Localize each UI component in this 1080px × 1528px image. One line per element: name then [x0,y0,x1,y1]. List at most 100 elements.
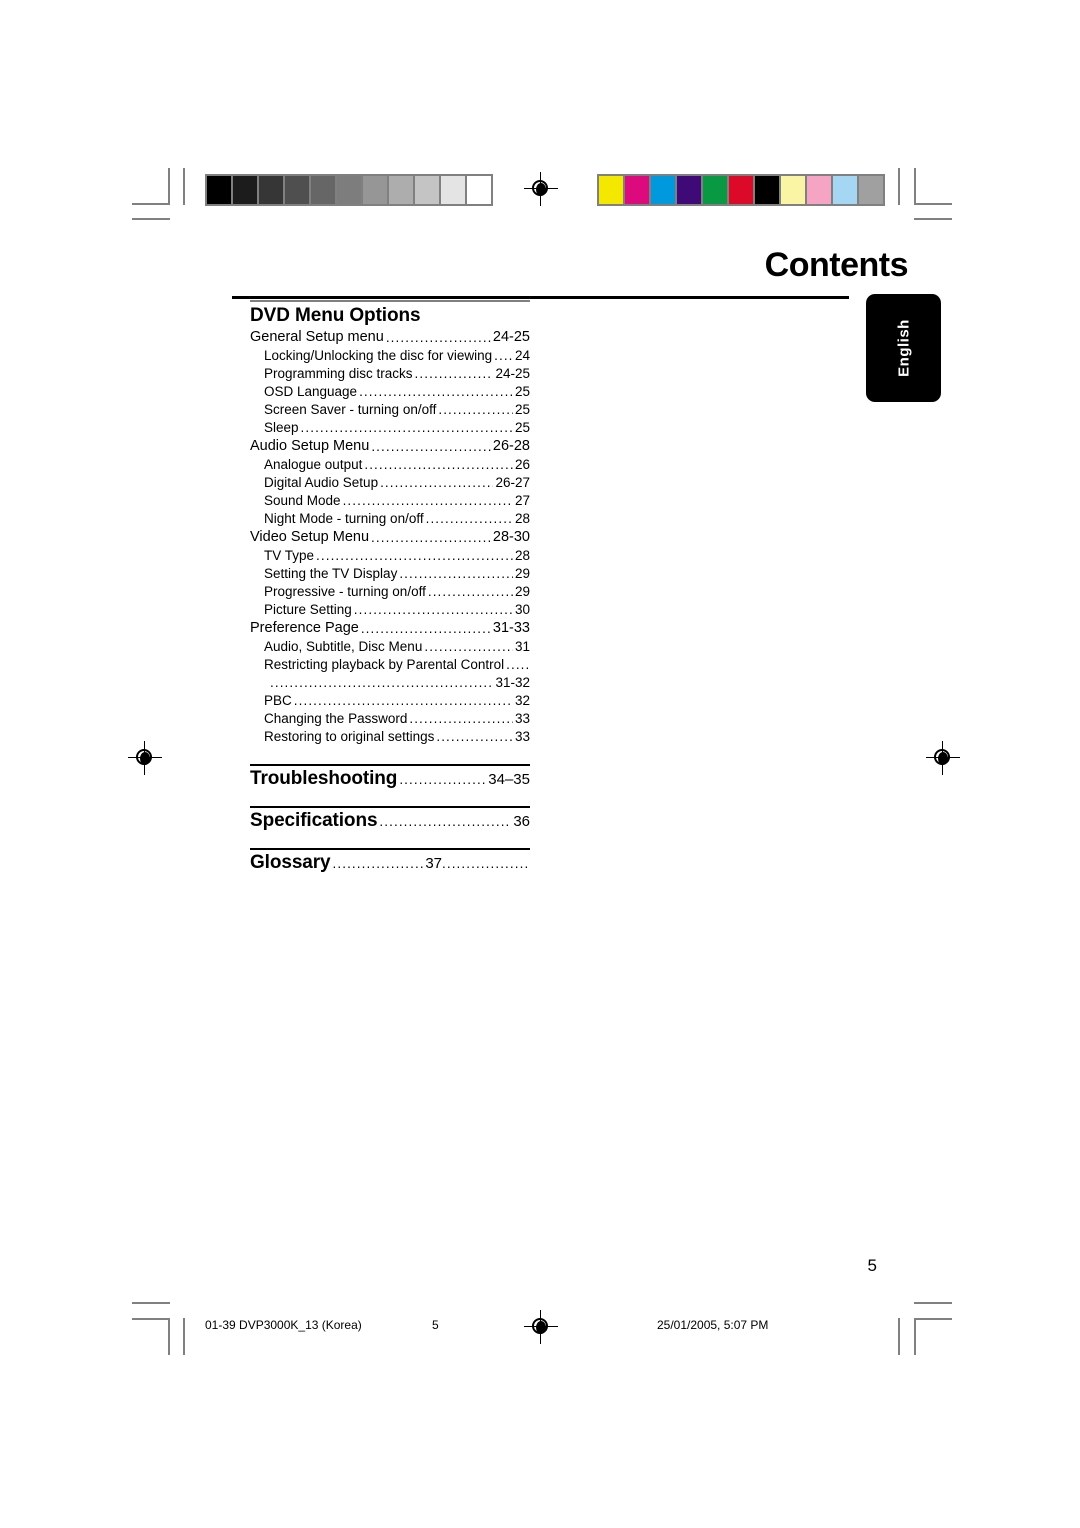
toc-entry[interactable]: PBC.....................................… [250,692,530,710]
crop-mark-top-left-v [168,168,170,205]
color-swatch [859,176,883,204]
grayscale-swatch [467,176,491,204]
toc-entry[interactable]: Changing the Password...................… [250,710,530,728]
toc-entry-label: Analogue output [264,457,363,473]
grayscale-swatch [337,176,361,204]
toc-entry[interactable]: Video Setup Menu........................… [250,528,530,547]
toc-entry-page: 26 [514,457,530,473]
grayscale-swatch [415,176,439,204]
toc-entry-page: 28 [514,548,530,564]
toc-entry[interactable]: General Setup menu......................… [250,328,530,347]
dot-leader: ........................................… [414,366,494,382]
crop-mark-bottom-right-v [914,1318,916,1355]
toc-entry[interactable]: ........................................… [250,674,530,692]
toc-entry-label: TV Type [264,548,315,564]
dot-leader: ........................................… [506,657,528,673]
dot-leader: ........................................… [438,401,513,417]
toc-entry[interactable]: TV Type.................................… [250,547,530,565]
toc-entry[interactable]: Setting the TV Display..................… [250,565,530,583]
footer-filename: 01-39 DVP3000K_13 (Korea) [205,1318,362,1332]
crop-mark-top-right-v [914,168,916,205]
toc-entry[interactable]: Progressive - turning on/off............… [250,583,530,601]
toc-entry[interactable]: Screen Saver - turning on/off...........… [250,401,530,419]
toc-entry-page: 30 [514,602,530,618]
grayscale-calibration-bar [205,174,493,206]
toc-entry-page: 24 [514,348,530,364]
toc-entry[interactable]: Preference Page.........................… [250,619,530,638]
grayscale-swatch [285,176,309,204]
toc-entry-page: 24-25 [495,366,530,382]
toc-entry[interactable]: Restoring to original settings..........… [250,728,530,746]
crop-mark-top-left-h2 [132,218,170,220]
toc-major-entry[interactable]: Troubleshooting.........................… [250,768,530,790]
toc-entry-label: Digital Audio Setup [264,475,379,491]
toc-entry[interactable]: Programming disc tracks.................… [250,365,530,383]
color-calibration-bar [597,174,885,206]
dot-leader-trailing: ........................................… [442,856,530,872]
toc-entry-page: 26-27 [495,475,530,491]
dot-leader: ........................................… [409,711,513,727]
toc-entry-page: 31-33 [492,620,530,637]
toc-entry[interactable]: Analogue output.........................… [250,456,530,474]
toc-entry[interactable]: Audio Setup Menu........................… [250,437,530,456]
toc-major-sections: Troubleshooting.........................… [250,764,530,874]
crop-mark-top-left-h [132,203,170,205]
toc-entry[interactable]: OSD Language............................… [250,383,530,401]
toc-entry[interactable]: Audio, Subtitle, Disc Menu..............… [250,638,530,656]
color-swatch [677,176,701,204]
color-swatch [807,176,831,204]
toc-major-entry-page: 34–35 [488,771,530,789]
toc-entry-label: Restoring to original settings [264,729,435,745]
table-of-contents: DVD Menu Options General Setup menu......… [250,300,530,890]
title-rule [232,296,849,299]
toc-entry[interactable]: Digital Audio Setup.....................… [250,474,530,492]
toc-entry-label: PBC [264,693,292,709]
toc-entry-label: Night Mode - turning on/off [264,511,424,527]
toc-entry[interactable]: Sleep...................................… [250,419,530,437]
toc-entry-label: Picture Setting [264,602,352,618]
dot-leader: ........................................… [300,419,513,435]
grayscale-swatch [363,176,387,204]
toc-entry-label: Audio, Subtitle, Disc Menu [264,639,423,655]
crop-mark-bottom-left-v2 [183,1318,185,1355]
dot-leader: ........................................… [436,729,513,745]
toc-entry[interactable]: Locking/Unlocking the disc for viewing..… [250,347,530,365]
color-swatch [755,176,779,204]
toc-major-entry[interactable]: Glossary................................… [250,852,530,874]
toc-entry-label: Programming disc tracks [264,366,413,382]
toc-entry[interactable]: Restricting playback by Parental Control… [250,656,530,674]
toc-entry-label: Setting the TV Display [264,566,398,582]
toc-major-entry-page: 37 [425,855,442,873]
dot-leader: ........................................… [353,602,513,618]
section-rule [250,300,530,302]
toc-entry-page: 29 [514,566,530,582]
dot-leader: ........................................… [342,493,513,509]
major-entry-rule [250,764,530,767]
crop-mark-top-right-h2 [914,218,952,220]
footer-timestamp: 25/01/2005, 5:07 PM [657,1318,769,1332]
grayscale-swatch [233,176,257,204]
toc-entry-page: 28-30 [492,528,530,545]
toc-entry[interactable]: Night Mode - turning on/off.............… [250,510,530,528]
dot-leader: ........................................… [399,772,487,788]
page-title: Contents [764,246,909,284]
toc-entry[interactable]: Picture Setting.........................… [250,601,530,619]
grayscale-swatch [389,176,413,204]
toc-entry-label: Sound Mode [264,493,341,509]
language-tab-label: English [895,319,912,377]
dot-leader: ........................................… [316,548,513,564]
dot-leader: ........................................… [359,384,513,400]
color-swatch [729,176,753,204]
color-swatch [833,176,857,204]
dot-leader: ........................................… [425,511,513,527]
major-entry-rule [250,806,530,809]
language-tab: English [866,294,941,402]
toc-entry-label: Sleep [264,419,299,435]
toc-major-entry[interactable]: Specifications..........................… [250,810,530,832]
toc-entry[interactable]: Sound Mode..............................… [250,492,530,510]
grayscale-swatch [207,176,231,204]
page-number: 5 [867,1256,877,1275]
toc-major-entry-page: 36 [513,813,530,831]
dot-leader: ........................................… [379,814,511,830]
toc-entry-page: 24-25 [492,328,530,345]
